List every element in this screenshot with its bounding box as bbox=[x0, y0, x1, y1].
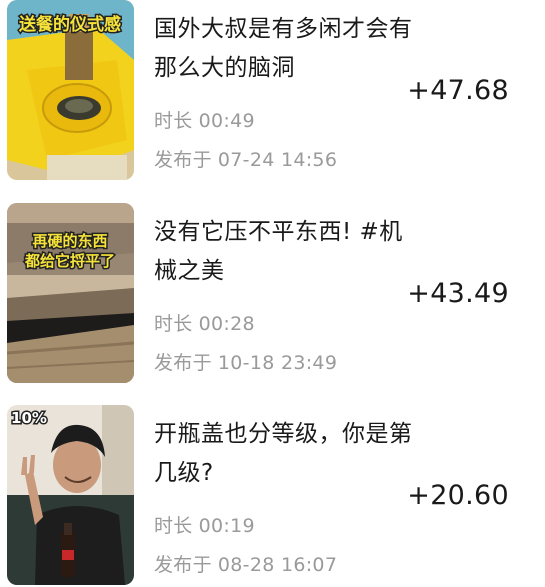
published-value: 08-28 16:07 bbox=[217, 554, 338, 576]
video-thumbnail[interactable]: 10% bbox=[7, 405, 134, 585]
list-item[interactable]: 10% 开瓶盖也分等级，你是第几级? +20.60 时长 00:19 发布于 08-… bbox=[0, 405, 545, 585]
video-published: 发布于 07-24 14:56 bbox=[154, 145, 337, 172]
thumbnail-caption-line1: 再硬的东西 bbox=[32, 232, 107, 250]
earnings-amount: +43.49 bbox=[407, 278, 509, 309]
video-published: 发布于 10-18 23:49 bbox=[154, 348, 337, 375]
earnings-amount: +47.68 bbox=[407, 75, 509, 106]
video-thumbnail[interactable]: 再硬的东西 都给它捋平了 bbox=[7, 203, 134, 383]
video-title[interactable]: 没有它压不平东西! #机械之美 bbox=[154, 213, 426, 291]
thumbnail-caption: 10% bbox=[11, 409, 47, 427]
published-label: 发布于 bbox=[154, 352, 212, 374]
list-item[interactable]: 送餐的仪式感 国外大叔是有多闲才会有那么大的脑洞 +47.68 时长 00:49 … bbox=[0, 0, 545, 180]
duration-label: 时长 bbox=[154, 110, 193, 132]
published-label: 发布于 bbox=[154, 554, 212, 576]
duration-label: 时长 bbox=[154, 515, 193, 537]
video-duration: 时长 00:28 bbox=[154, 309, 255, 336]
duration-value: 00:19 bbox=[198, 515, 255, 537]
video-title[interactable]: 国外大叔是有多闲才会有那么大的脑洞 bbox=[154, 10, 426, 88]
video-title[interactable]: 开瓶盖也分等级，你是第几级? bbox=[154, 415, 426, 493]
list-item[interactable]: 再硬的东西 都给它捋平了 没有它压不平东西! #机械之美 +43.49 时长 00… bbox=[0, 203, 545, 383]
published-value: 10-18 23:49 bbox=[217, 352, 338, 374]
published-value: 07-24 14:56 bbox=[217, 149, 338, 171]
video-duration: 时长 00:19 bbox=[154, 511, 255, 538]
published-label: 发布于 bbox=[154, 149, 212, 171]
video-published: 发布于 08-28 16:07 bbox=[154, 550, 337, 577]
thumbnail-caption: 送餐的仪式感 bbox=[19, 14, 121, 35]
video-earnings-list: 送餐的仪式感 国外大叔是有多闲才会有那么大的脑洞 +47.68 时长 00:49 … bbox=[0, 0, 545, 587]
duration-label: 时长 bbox=[154, 313, 193, 335]
earnings-amount: +20.60 bbox=[407, 480, 509, 511]
duration-value: 00:49 bbox=[198, 110, 255, 132]
video-thumbnail[interactable]: 送餐的仪式感 bbox=[7, 0, 134, 180]
duration-value: 00:28 bbox=[198, 313, 255, 335]
video-duration: 时长 00:49 bbox=[154, 106, 255, 133]
thumbnail-caption-line2: 都给它捋平了 bbox=[24, 252, 115, 270]
